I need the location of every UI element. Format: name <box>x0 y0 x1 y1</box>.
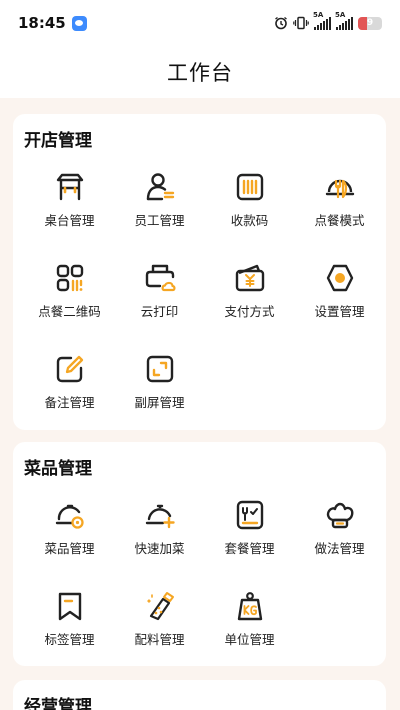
grid-item-staff-management[interactable]: 员工管理 <box>113 166 206 236</box>
qr-code-icon <box>53 261 87 295</box>
grid-item-label: 收款码 <box>230 213 269 228</box>
cellular-signal-1-icon: 5A <box>313 11 331 30</box>
ingredient-icon <box>143 589 177 623</box>
dish-cover-icon <box>53 498 87 532</box>
grid-item-tag-management[interactable]: 标签管理 <box>23 585 116 655</box>
grid-item-settings[interactable]: 设置管理 <box>293 257 386 327</box>
quick-add-dish-icon <box>143 498 177 532</box>
grid-item-quick-add-dish[interactable]: 快速加菜 <box>113 494 206 564</box>
grid-item-label: 支付方式 <box>224 304 275 319</box>
grid-item-label: 点餐二维码 <box>38 304 101 319</box>
alarm-icon <box>275 16 287 30</box>
grid-item-cloud-print[interactable]: 云打印 <box>113 257 206 327</box>
grid-item-set-meal[interactable]: 套餐管理 <box>203 494 296 564</box>
page-header: 工作台 <box>0 46 400 98</box>
signal-1-label: 5A <box>313 10 324 19</box>
grid-item-label: 设置管理 <box>314 304 365 319</box>
unit-kg-icon <box>233 589 267 623</box>
cloud-print-icon <box>143 261 177 295</box>
grid-item-label: 标签管理 <box>44 632 95 647</box>
battery-level: 9 <box>366 18 374 28</box>
section-card-business-management: 经营管理 <box>13 680 386 710</box>
status-bar: 18:45 5A 5A 9 <box>0 0 400 46</box>
staff-icon <box>143 170 177 204</box>
grid-item-label: 备注管理 <box>44 395 95 410</box>
grid-item-ingredient[interactable]: 配料管理 <box>113 585 206 655</box>
grid-item-payment-code[interactable]: 收款码 <box>203 166 296 236</box>
grid-item-label: 副屏管理 <box>134 395 185 410</box>
order-mode-icon <box>323 170 357 204</box>
grid-item-label: 单位管理 <box>224 632 275 647</box>
chef-hat-icon <box>323 498 357 532</box>
section-title: 开店管理 <box>24 131 92 151</box>
settings-icon <box>323 261 357 295</box>
set-meal-icon <box>233 498 267 532</box>
grid-item-second-screen[interactable]: 副屏管理 <box>113 348 206 418</box>
section-title: 经营管理 <box>24 697 92 710</box>
grid-item-label: 快速加菜 <box>134 541 185 556</box>
grid-item-label: 套餐管理 <box>224 541 275 556</box>
signal-2-label: 5A <box>335 10 346 19</box>
section-card-store-setup: 开店管理 桌台管理 员工管理 收款码 点餐模式 点餐二维码 云打印 支付方式 设… <box>13 114 386 430</box>
grid-item-label: 做法管理 <box>314 541 365 556</box>
wallet-icon <box>233 261 267 295</box>
grid-item-label: 云打印 <box>140 304 179 319</box>
section-card-dish-management: 菜品管理 菜品管理 快速加菜 套餐管理 做法管理 标签管理 配料管理 单位管理 <box>13 442 386 666</box>
grid-item-payment-method[interactable]: 支付方式 <box>203 257 296 327</box>
status-time: 18:45 <box>18 14 66 32</box>
grid-item-order-qrcode[interactable]: 点餐二维码 <box>23 257 116 327</box>
cellular-signal-2-icon: 5A <box>335 11 353 30</box>
grid-item-label: 员工管理 <box>134 213 185 228</box>
section-title: 菜品管理 <box>24 459 92 479</box>
grid-item-cooking-method[interactable]: 做法管理 <box>293 494 386 564</box>
grid-item-order-mode[interactable]: 点餐模式 <box>293 166 386 236</box>
table-icon <box>53 170 87 204</box>
message-notification-icon <box>71 15 87 31</box>
grid-item-table-management[interactable]: 桌台管理 <box>23 166 116 236</box>
grid-item-dish-management[interactable]: 菜品管理 <box>23 494 116 564</box>
battery-icon: 9 <box>358 16 382 30</box>
grid-item-label: 点餐模式 <box>314 213 365 228</box>
note-edit-icon <box>53 352 87 386</box>
grid-item-unit-management[interactable]: 单位管理 <box>203 585 296 655</box>
bookmark-tag-icon <box>53 589 87 623</box>
vibrate-icon <box>293 16 309 30</box>
grid-item-note-management[interactable]: 备注管理 <box>23 348 116 418</box>
grid-item-label: 配料管理 <box>134 632 185 647</box>
page-title: 工作台 <box>167 61 233 85</box>
grid-item-label: 菜品管理 <box>44 541 95 556</box>
second-screen-icon <box>143 352 177 386</box>
payment-code-icon <box>233 170 267 204</box>
grid-item-label: 桌台管理 <box>44 213 95 228</box>
